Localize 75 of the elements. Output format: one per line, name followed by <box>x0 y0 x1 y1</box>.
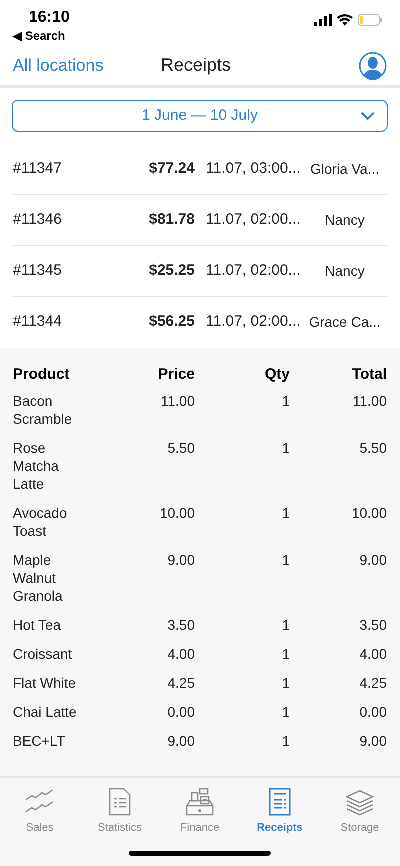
tab-button[interactable]: Finance <box>160 786 240 836</box>
battery-icon <box>358 14 383 26</box>
product-name: Avocado Toast <box>13 504 68 540</box>
qty-cell-text: 1 <box>281 645 290 663</box>
cash-register-icon <box>186 788 214 816</box>
product-name: Hot Tea <box>13 616 62 634</box>
signal-icon <box>314 14 332 26</box>
total-cell-text: 9.00 <box>358 732 387 750</box>
total-cell-text: 5.50 <box>358 439 387 457</box>
price-cell-text: 4.25 <box>166 674 195 692</box>
qty-cell-text: 1 <box>281 551 290 569</box>
total-cell-text: 11.00 <box>352 392 387 410</box>
document-list-icon <box>109 788 131 816</box>
product-name: Rose Matcha Latte <box>13 439 60 493</box>
screen-title: Receipts <box>161 54 232 77</box>
profile-icon[interactable] <box>359 52 387 80</box>
receipt-date: 11.07, 02:00... <box>205 210 302 230</box>
tab-button[interactable]: Statistics <box>80 786 160 836</box>
qty-cell-text: 1 <box>281 392 290 410</box>
product-name: Maple Walnut Granola <box>13 551 64 605</box>
cashier-name: Nancy <box>324 210 366 230</box>
receipt-amount: $25.25 <box>148 260 195 281</box>
receipt-amount: $77.24 <box>148 158 195 179</box>
status-time: 16:10 <box>28 8 70 28</box>
product-name: Bacon Scramble <box>13 392 74 428</box>
receipt-date: 11.07, 02:00... <box>205 260 302 281</box>
column-header: Price <box>157 365 195 385</box>
chevron-down-icon <box>361 111 375 121</box>
all-locations-link[interactable]: All locations <box>13 52 161 78</box>
tab-button[interactable]: Sales <box>0 786 80 836</box>
receipt-number: #11346 <box>13 210 63 230</box>
receipt-number: #11347 <box>13 158 63 179</box>
product-name: Croissant <box>13 645 74 663</box>
cashier-name: Gloria Va... <box>310 160 380 178</box>
product-name: Chai Latte <box>13 703 78 721</box>
product-name: BEC+LT <box>13 732 66 750</box>
qty-cell-text: 1 <box>281 504 290 522</box>
receipt-number: #11345 <box>13 260 63 281</box>
price-cell-text: 10.00 <box>158 504 195 522</box>
cashier-name: Grace Ca... <box>308 313 382 332</box>
qty-cell-text: 1 <box>281 674 290 692</box>
layers-icon <box>346 790 374 816</box>
price-cell-text: 3.50 <box>166 616 195 634</box>
price-cell-text: 11.00 <box>160 392 195 410</box>
cashier-name: Nancy <box>324 262 366 281</box>
date-range-selector[interactable]: 1 June — 10 July <box>12 100 388 132</box>
product-name: Flat White <box>13 674 78 692</box>
tab-button[interactable]: Receipts <box>240 786 320 836</box>
back-link[interactable]: ◀ Search <box>13 28 70 44</box>
total-cell-text: 3.50 <box>358 616 387 634</box>
total-cell-text: 4.25 <box>358 674 387 692</box>
column-header: Total <box>351 365 387 385</box>
total-cell-text: 9.00 <box>358 551 387 569</box>
qty-cell-text: 1 <box>281 732 290 750</box>
receipt-amount: $81.78 <box>148 210 195 230</box>
qty-cell-text: 1 <box>281 439 290 457</box>
qty-cell-text: 1 <box>281 703 290 721</box>
column-header: Qty <box>264 365 290 385</box>
receipt-number: #11344 <box>13 312 63 332</box>
column-header: Product <box>13 365 71 385</box>
tab-button[interactable]: Storage <box>320 786 400 836</box>
price-cell-text: 5.50 <box>166 439 195 457</box>
receipt-icon <box>269 788 291 816</box>
price-cell-text: 0.00 <box>166 703 195 721</box>
price-cell-text: 9.00 <box>166 551 195 569</box>
price-cell-text: 9.00 <box>166 732 195 750</box>
total-cell-text: 0.00 <box>358 703 387 721</box>
price-cell-text: 4.00 <box>166 645 195 663</box>
total-cell-text: 4.00 <box>358 645 387 663</box>
qty-cell-text: 1 <box>281 616 290 634</box>
receipt-amount: $56.25 <box>148 312 195 332</box>
receipt-date: 11.07, 03:00... <box>205 158 302 179</box>
receipt-date: 11.07, 02:00... <box>205 312 302 332</box>
total-cell-text: 10.00 <box>350 504 387 522</box>
wifi-icon <box>337 14 353 26</box>
